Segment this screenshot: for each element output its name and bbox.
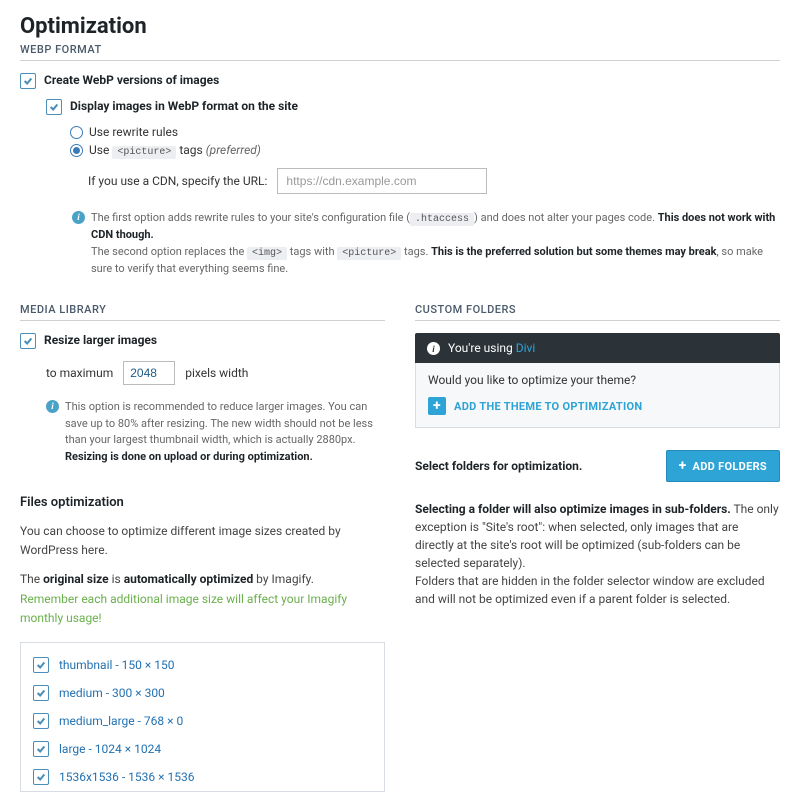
label-create-webp: Create WebP versions of images [44, 73, 219, 87]
label-rewrite-rules: Use rewrite rules [89, 125, 178, 139]
folders-help: Selecting a folder will also optimize im… [415, 500, 780, 608]
input-cdn-url[interactable] [277, 168, 487, 194]
theme-question: Would you like to optimize your theme? [428, 373, 767, 387]
checkbox-size-medium[interactable] [33, 685, 49, 701]
add-theme-button[interactable]: + ADD THE THEME TO OPTIMIZATION [428, 397, 642, 415]
files-p2: The original size is automatically optim… [20, 570, 385, 589]
size-label: large - 1024 × 1024 [59, 742, 161, 756]
label-cdn-url: If you use a CDN, specify the URL: [88, 174, 267, 188]
radio-picture-tags[interactable] [70, 144, 83, 157]
resize-help-text: This option is recommended to reduce lar… [65, 399, 385, 465]
size-label: thumbnail - 150 × 150 [59, 658, 175, 672]
radio-rewrite-rules[interactable] [70, 126, 83, 139]
section-media-label: MEDIA LIBRARY [20, 303, 385, 321]
checkbox-resize[interactable] [20, 333, 36, 349]
label-px-width: pixels width [185, 366, 248, 380]
checkbox-size-large[interactable] [33, 741, 49, 757]
checkbox-display-webp[interactable] [46, 99, 62, 115]
checkbox-size-thumbnail[interactable] [33, 657, 49, 673]
files-heading: Files optimization [20, 495, 385, 510]
label-resize: Resize larger images [44, 333, 157, 347]
label-picture-tags: Use <picture> tags (preferred) [89, 143, 261, 158]
checkbox-create-webp[interactable] [20, 73, 36, 89]
info-icon: i [72, 211, 85, 224]
files-p3: Remember each additional image size will… [20, 590, 385, 628]
add-folders-button[interactable]: + ADD FOLDERS [666, 450, 780, 482]
files-p1: You can choose to optimize different ima… [20, 522, 385, 560]
sizes-list: thumbnail - 150 × 150 medium - 300 × 300… [20, 642, 385, 792]
info-icon: i [46, 400, 59, 413]
plus-icon: + [679, 458, 687, 474]
input-max-width[interactable] [123, 361, 175, 385]
label-display-webp: Display images in WebP format on the sit… [70, 99, 298, 113]
page-title: Optimization [20, 14, 780, 39]
select-folders-label: Select folders for optimization. [415, 459, 582, 473]
theme-banner: i You're using Divi [415, 333, 780, 363]
size-label: medium_large - 768 × 0 [59, 714, 183, 728]
checkbox-size-1536[interactable] [33, 769, 49, 785]
webp-info-text: The first option adds rewrite rules to y… [91, 210, 780, 277]
plus-icon: + [428, 397, 446, 415]
size-label: 1536x1536 - 1536 × 1536 [59, 770, 195, 784]
section-custom-label: CUSTOM FOLDERS [415, 303, 780, 321]
info-icon: i [427, 342, 440, 355]
checkbox-size-medium-large[interactable] [33, 713, 49, 729]
size-label: medium - 300 × 300 [59, 686, 165, 700]
section-webp-label: WEBP FORMAT [20, 43, 780, 61]
label-to-max: to maximum [46, 366, 113, 380]
